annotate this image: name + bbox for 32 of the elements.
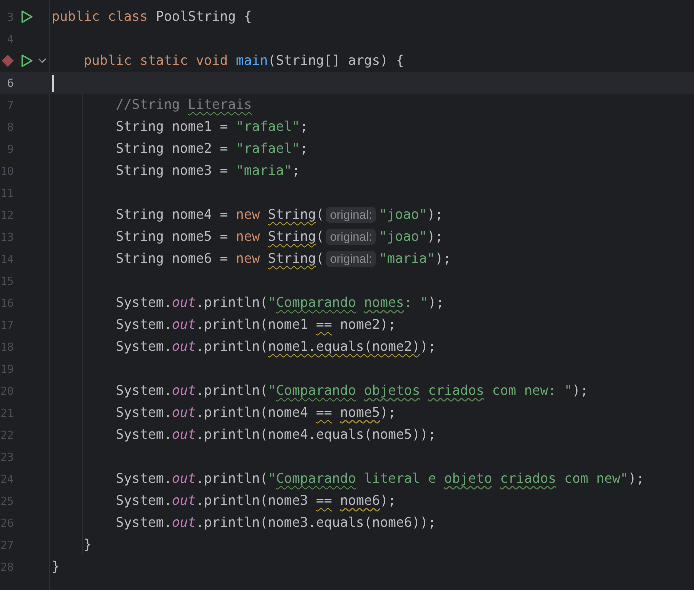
code-text: System.out.println(nome4.equals(nome5));: [116, 428, 436, 442]
code-text: public class PoolString {: [52, 10, 252, 24]
code-comment: //String Literais: [116, 98, 252, 112]
code-text: System.out.println(nome3.equals(nome6));: [116, 516, 436, 530]
code-text: System.out.println(nome1 == nome2);: [116, 318, 396, 332]
play-icon[interactable]: [21, 10, 33, 24]
line-number: 6: [7, 76, 14, 90]
code-text: String nome4 = new String(: [116, 208, 324, 222]
code-text: System.out.println("Comparando literal e objeto criados com new");: [116, 472, 645, 486]
parameter-hint: original:: [326, 207, 376, 223]
chevron-icon[interactable]: [38, 58, 47, 64]
code-text: System.out.println(nome4 == nome5);: [116, 406, 396, 420]
code-text: }: [84, 538, 92, 552]
code-text: }: [52, 560, 60, 574]
code-text: String nome1 = "rafael";: [116, 120, 308, 134]
diamond-icon[interactable]: [2, 55, 14, 67]
parameter-hint: original:: [326, 251, 376, 267]
code-text: "joao");: [379, 208, 444, 222]
code-text: "joao");: [379, 230, 444, 244]
code-text: String nome6 = new String(: [116, 252, 324, 266]
code-text: System.out.println("Comparando nomes: ");: [116, 296, 444, 310]
code-text: System.out.println(nome3 == nome6);: [116, 494, 396, 508]
code-text: "maria");: [379, 252, 452, 266]
code-text: String nome5 = new String(: [116, 230, 324, 244]
parameter-hint: original:: [326, 229, 376, 245]
code-text: System.out.println(nome1.equals(nome2));: [116, 340, 436, 354]
code-text: public static void main(String[] args) {: [84, 54, 404, 68]
code-text: String nome2 = "rafael";: [116, 142, 308, 156]
code-text: String nome3 = "maria";: [116, 164, 300, 178]
text-cursor: [52, 74, 54, 92]
code-text: System.out.println("Comparando objetos criados com new: ");: [116, 384, 588, 398]
play-icon[interactable]: [21, 54, 33, 68]
